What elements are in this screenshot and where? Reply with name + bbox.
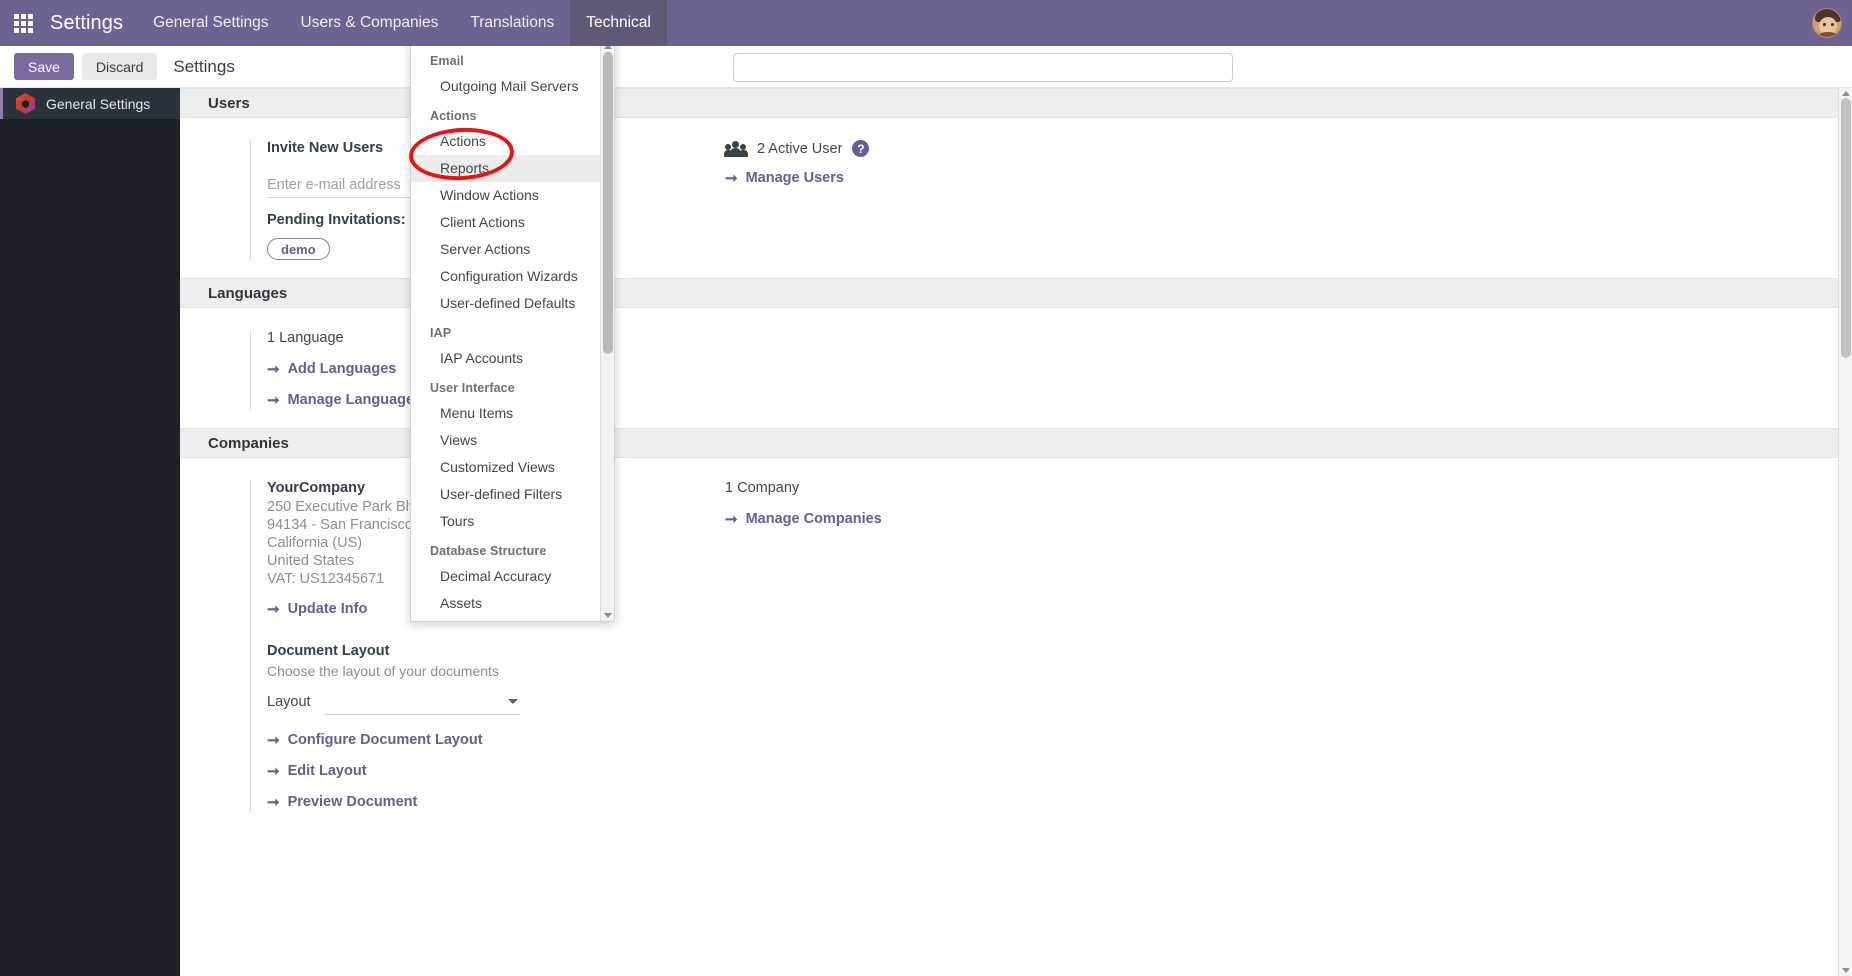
configure-layout-label: Configure Document Layout	[287, 732, 483, 748]
dropdown-item-menu-items[interactable]: Menu Items	[411, 400, 600, 427]
arrow-right-icon: ➞	[267, 361, 280, 378]
edit-layout-label: Edit Layout	[287, 763, 367, 779]
manage-languages-label: Manage Languages	[287, 392, 423, 408]
dropdown-item-configuration-wizards[interactable]: Configuration Wizards	[411, 263, 600, 290]
arrow-right-icon: ➞	[725, 511, 738, 528]
company-count: 1 Company	[725, 480, 800, 496]
arrow-right-icon: ➞	[267, 732, 280, 749]
dropdown-item-client-actions[interactable]: Client Actions	[411, 209, 600, 236]
dropdown-items-container: Email Outgoing Mail Servers Actions Actions…	[411, 41, 600, 621]
arrow-right-icon: ➞	[725, 170, 738, 187]
dropdown-item-window-actions[interactable]: Window Actions	[411, 182, 600, 209]
dropdown-scroll-down-arrow-icon[interactable]	[604, 613, 612, 618]
dropdown-item-actions[interactable]: Actions	[411, 128, 600, 155]
avatar[interactable]	[1812, 8, 1842, 38]
layout-select[interactable]	[324, 689, 520, 715]
pending-invitation-badge[interactable]: demo	[267, 238, 330, 260]
top-navbar: Settings General Settings Users & Compan…	[0, 0, 1852, 46]
dropdown-item-assets[interactable]: Assets	[411, 590, 600, 617]
discard-button[interactable]: Discard	[81, 53, 158, 80]
sidebar: General Settings	[0, 88, 180, 976]
scroll-up-arrow-icon[interactable]	[1842, 91, 1850, 96]
dropdown-item-outgoing-mail-servers[interactable]: Outgoing Mail Servers	[411, 73, 600, 100]
dropdown-item-server-actions[interactable]: Server Actions	[411, 236, 600, 263]
configure-document-layout-link[interactable]: ➞ Configure Document Layout	[267, 731, 483, 749]
page-scrollbar[interactable]	[1838, 88, 1852, 976]
navbar-right-zone	[1812, 0, 1852, 46]
preview-document-label: Preview Document	[287, 794, 418, 810]
active-users-row: 2 Active User ?	[724, 140, 1130, 157]
app-brand-label[interactable]: Settings	[46, 0, 137, 46]
active-users-block: 2 Active User ? ➞ Manage Users	[655, 140, 1130, 260]
add-languages-label: Add Languages	[287, 361, 397, 377]
dropdown-item-decimal-accuracy[interactable]: Decimal Accuracy	[411, 563, 600, 590]
scroll-down-arrow-icon[interactable]	[1842, 968, 1850, 973]
document-layout-subtitle: Choose the layout of your documents	[267, 663, 499, 679]
page-title: Settings	[173, 56, 235, 76]
arrow-right-icon: ➞	[267, 392, 280, 409]
dropdown-group-title: Actions	[430, 109, 477, 123]
add-languages-link[interactable]: ➞ Add Languages	[267, 360, 396, 378]
grid-apps-icon	[13, 13, 33, 33]
dropdown-group-title: Email	[430, 54, 464, 68]
search-wrapper	[733, 53, 1233, 82]
manage-languages-link[interactable]: ➞ Manage Languages	[267, 391, 422, 409]
help-icon[interactable]: ?	[852, 140, 870, 157]
dropdown-item-tours[interactable]: Tours	[411, 508, 600, 535]
dropdown-group-title: User Interface	[430, 381, 515, 395]
dropdown-group-title: Database Structure	[430, 544, 547, 558]
sidebar-item-label: General Settings	[46, 95, 151, 112]
arrow-right-icon: ➞	[267, 763, 280, 780]
technical-dropdown-menu: Email Outgoing Mail Servers Actions Actions…	[410, 40, 615, 622]
dropdown-group-title: IAP	[430, 326, 452, 340]
sidebar-item-general-settings[interactable]: General Settings	[0, 88, 180, 119]
search-input[interactable]	[733, 53, 1233, 82]
nav-item-users-companies[interactable]: Users & Companies	[285, 0, 455, 46]
dropdown-item-user-defined-filters[interactable]: User-defined Filters	[411, 481, 600, 508]
manage-users-label: Manage Users	[745, 170, 844, 186]
layout-select-row: Layout	[267, 689, 655, 715]
dropdown-item-iap-accounts[interactable]: IAP Accounts	[411, 345, 600, 372]
users-group-icon	[724, 140, 748, 157]
manage-companies-label: Manage Companies	[745, 511, 882, 527]
edit-layout-link[interactable]: ➞ Edit Layout	[267, 762, 367, 780]
active-users-count: 2 Active User	[757, 140, 843, 157]
save-button[interactable]: Save	[14, 53, 74, 80]
dropdown-item-user-defined-defaults[interactable]: User-defined Defaults	[411, 290, 600, 317]
document-layout-title: Document Layout	[267, 643, 390, 659]
manage-companies-link[interactable]: ➞ Manage Companies	[725, 510, 882, 528]
dropdown-item-reports[interactable]: Reports	[411, 155, 600, 182]
control-panel: Save Discard Settings	[0, 46, 1852, 88]
apps-grid-button[interactable]	[0, 0, 46, 46]
update-info-link[interactable]: ➞ Update Info	[267, 600, 367, 618]
arrow-right-icon: ➞	[267, 794, 280, 811]
arrow-right-icon: ➞	[267, 601, 280, 618]
page-scrollbar-thumb[interactable]	[1841, 98, 1851, 358]
dropdown-scrollbar[interactable]	[600, 41, 614, 621]
navbar-spacer	[667, 0, 1812, 46]
dropdown-item-views[interactable]: Views	[411, 427, 600, 454]
layout-label: Layout	[267, 694, 311, 710]
nav-item-general-settings[interactable]: General Settings	[137, 0, 284, 46]
dropdown-item-customized-views[interactable]: Customized Views	[411, 454, 600, 481]
preview-document-link[interactable]: ➞ Preview Document	[267, 793, 417, 811]
company-count-block: 1 Company ➞ Manage Companies	[655, 480, 1130, 812]
nav-item-translations[interactable]: Translations	[454, 0, 570, 46]
odoo-logo-icon	[16, 93, 35, 114]
dropdown-scroll-area: Email Outgoing Mail Servers Actions Actions…	[411, 41, 600, 621]
dropdown-scrollbar-thumb[interactable]	[603, 52, 613, 354]
chevron-down-icon	[507, 699, 518, 704]
manage-users-link[interactable]: ➞ Manage Users	[725, 169, 844, 187]
update-info-label: Update Info	[287, 601, 368, 617]
nav-item-technical[interactable]: Technical	[570, 0, 667, 46]
dropdown-item-models[interactable]: Models	[411, 617, 600, 621]
